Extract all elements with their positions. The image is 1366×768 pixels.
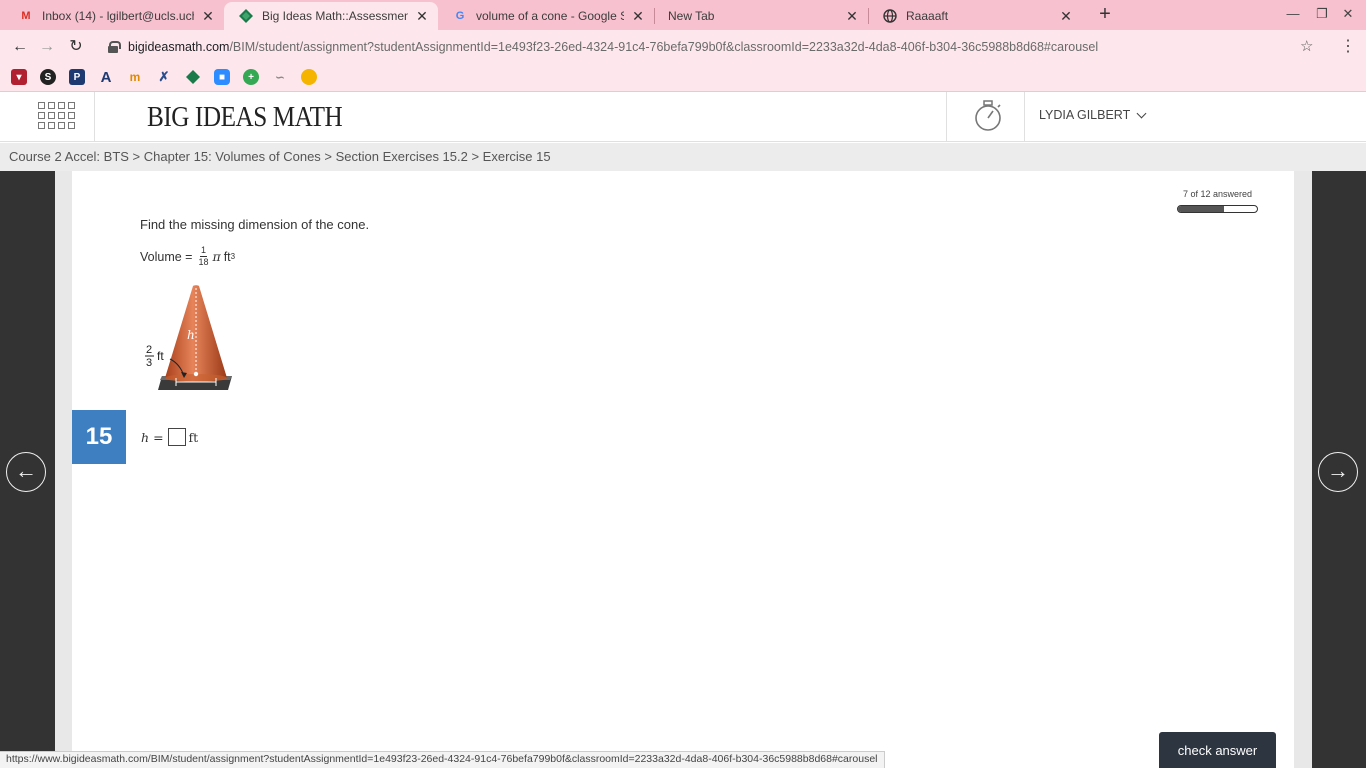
status-bar-url: https://www.bigideasmath.com/BIM/student…	[0, 751, 885, 768]
bookmarks-bar: ▾ S P A m ✗ ■ + ∽	[0, 64, 1366, 92]
restore-icon[interactable]: ❐	[1312, 6, 1332, 22]
tab-strip: M Inbox (14) - lgilbert@ucls.uchica ✕ Bi…	[0, 0, 1366, 30]
a-bookmark-icon[interactable]: A	[98, 69, 114, 86]
progress-bar	[1177, 205, 1258, 213]
google-icon: G	[455, 10, 465, 22]
plus-bookmark-icon[interactable]: +	[243, 69, 259, 85]
breadcrumb: Course 2 Accel: BTS > Chapter 15: Volume…	[0, 143, 1366, 171]
next-arrow-icon[interactable]: →	[1318, 452, 1358, 492]
progress-fill	[1178, 206, 1225, 212]
volume-expression: Volume = 1 18 π ft 3	[140, 246, 235, 267]
menu-icon[interactable]: ⋮	[1340, 36, 1356, 56]
figure-bookmark-icon[interactable]: ✗	[156, 69, 172, 85]
answer-equals: =	[153, 429, 164, 445]
s-bookmark-icon[interactable]: S	[40, 69, 56, 85]
diamond-bookmark-icon[interactable]	[185, 69, 201, 85]
height-label: h	[187, 328, 195, 342]
tab-title: Raaaaft	[906, 9, 949, 23]
tab-gmail[interactable]: M Inbox (14) - lgilbert@ucls.uchica ✕	[4, 2, 224, 30]
tab-raaaaft[interactable]: Raaaaft ✕	[868, 2, 1082, 30]
gmail-icon: M	[21, 10, 31, 22]
close-window-icon[interactable]: ✕	[1338, 6, 1358, 22]
progress-text: 7 of 12 answered	[1183, 189, 1253, 199]
url-path: /BIM/student/assignment?studentAssignmen…	[229, 40, 1099, 54]
forward-icon[interactable]: →	[37, 37, 57, 57]
user-menu[interactable]: LYDIA GILBERT	[1039, 108, 1147, 122]
answer-unit: ft	[188, 429, 199, 445]
stopwatch-icon[interactable]	[973, 100, 1003, 132]
volume-unit: ft	[223, 249, 231, 264]
left-rail: ←	[0, 171, 55, 768]
tab-newtab[interactable]: New Tab ✕	[654, 2, 868, 30]
bim-icon	[238, 8, 254, 24]
close-icon[interactable]: ✕	[414, 8, 430, 25]
shield-bookmark-icon[interactable]: ▾	[11, 69, 27, 85]
address-bar[interactable]: bigideasmath.com/BIM/student/assignment?…	[100, 33, 1330, 61]
p-bookmark-icon[interactable]: P	[69, 69, 85, 85]
cone-figure: h 2 3 ft	[145, 285, 232, 390]
lock-icon	[108, 41, 121, 53]
answer-variable: h	[141, 429, 150, 445]
volume-label: Volume =	[140, 249, 193, 264]
globe-icon	[882, 8, 898, 24]
exercise-number-badge: 15	[72, 410, 126, 464]
answer-row: h = ft	[141, 428, 198, 446]
back-icon[interactable]: ←	[10, 37, 30, 57]
tab-title: New Tab	[668, 9, 715, 23]
close-icon[interactable]: ✕	[844, 8, 860, 25]
new-tab-icon[interactable]: +	[1095, 4, 1115, 24]
tab-title: Big Ideas Math::Assessment	[262, 9, 408, 23]
minimize-icon[interactable]: —	[1283, 6, 1303, 21]
big-ideas-math-logo: BIG IDEAS MATH	[147, 102, 343, 133]
signature-bookmark-icon[interactable]: ∽	[272, 69, 288, 85]
tab-bim[interactable]: Big Ideas Math::Assessment ✕	[224, 2, 438, 30]
radius-unit: ft	[157, 349, 164, 363]
volume-exponent: 3	[230, 252, 236, 261]
close-icon[interactable]: ✕	[200, 8, 216, 25]
previous-arrow-icon[interactable]: ←	[6, 452, 46, 492]
right-rail: →	[1312, 171, 1366, 768]
tab-title: Inbox (14) - lgilbert@ucls.uchica	[42, 9, 194, 23]
reload-icon[interactable]: ↻	[66, 37, 86, 57]
bookmark-star-icon[interactable]: ☆	[1300, 37, 1313, 55]
pi-symbol: π	[212, 249, 221, 264]
tab-title: volume of a cone - Google Searc	[476, 9, 624, 23]
browser-toolbar: ← → ↻ bigideasmath.com/BIM/student/assig…	[0, 30, 1366, 64]
camera-bookmark-icon[interactable]: ■	[214, 69, 230, 85]
url-host: bigideasmath.com	[128, 40, 230, 54]
radius-numerator: 2	[146, 344, 152, 356]
m-bookmark-icon[interactable]: m	[127, 69, 143, 85]
close-icon[interactable]: ✕	[1058, 8, 1074, 25]
exercise-panel	[72, 171, 1294, 768]
chevron-down-icon	[1136, 108, 1147, 118]
site-header: BIG IDEAS MATH LYDIA GILBERT	[0, 92, 1366, 142]
question-prompt: Find the missing dimension of the cone.	[140, 217, 370, 232]
volume-fraction: 1 18	[198, 245, 209, 267]
apps-grid-icon[interactable]	[38, 102, 78, 130]
check-answer-button[interactable]: check answer	[1159, 732, 1276, 768]
answer-input[interactable]	[167, 428, 186, 446]
radius-denominator: 3	[146, 357, 152, 369]
tab-google[interactable]: G volume of a cone - Google Searc ✕	[438, 2, 654, 30]
user-name: LYDIA GILBERT	[1039, 108, 1131, 122]
close-icon[interactable]: ✕	[630, 8, 646, 25]
circle-bookmark-icon[interactable]	[301, 69, 317, 85]
